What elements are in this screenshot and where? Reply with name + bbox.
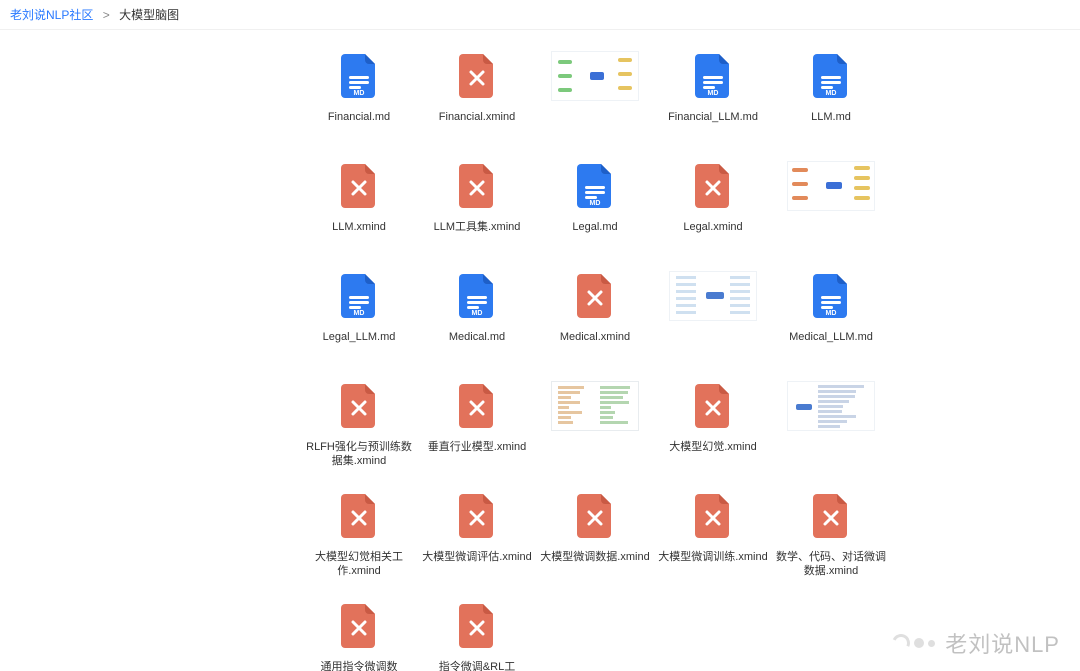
file-item[interactable]: Financial.xmind [418,40,536,150]
md-file-icon: MD [569,160,621,212]
file-item[interactable] [654,260,772,370]
xmind-file-icon [333,160,385,212]
xmind-file-icon [451,50,503,102]
file-item[interactable]: 大模型微调训练.xmind [654,480,772,590]
file-item[interactable]: 大模型微调数据.xmind [536,480,654,590]
file-label: Financial_LLM.md [664,110,762,124]
xmind-file-icon [333,490,385,542]
file-item[interactable]: 大模型微调评估.xmind [418,480,536,590]
file-label: 大模型微调训练.xmind [654,550,771,564]
file-item[interactable]: 数学、代码、对话微调数据.xmind [772,480,890,590]
file-item[interactable]: MD LLM.md [772,40,890,150]
md-file-icon: MD [805,50,857,102]
md-file-icon: MD [333,270,385,322]
xmind-file-icon [569,270,621,322]
svg-text:MD: MD [354,90,365,97]
file-label: 大模型微调数据.xmind [536,550,653,564]
file-item[interactable]: 通用指令微调数据.xmind [300,590,418,671]
xmind-file-icon [569,490,621,542]
file-item[interactable] [772,150,890,260]
file-label: LLM工具集.xmind [430,220,525,234]
xmind-file-icon [451,600,503,652]
file-grid: MD Financial.md Financial.xmind MD Finan… [0,30,1080,671]
xmind-file-icon [805,490,857,542]
mindmap-thumbnail [668,270,758,322]
md-file-icon: MD [333,50,385,102]
file-label: 通用指令微调数据.xmind [300,660,418,671]
breadcrumb-parent-link[interactable]: 老刘说NLP社区 [10,8,93,22]
svg-text:MD: MD [354,310,365,317]
file-label: 数学、代码、对话微调数据.xmind [772,550,890,579]
breadcrumb-separator: > [103,8,110,22]
file-item[interactable] [536,40,654,150]
svg-text:MD: MD [826,310,837,317]
file-item[interactable]: MD Financial_LLM.md [654,40,772,150]
mindmap-thumbnail [550,380,640,432]
file-label: LLM.xmind [328,220,390,234]
file-label: Medical_LLM.md [785,330,877,344]
file-item[interactable]: 大模型幻觉.xmind [654,370,772,480]
xmind-file-icon [333,600,385,652]
file-item[interactable]: Legal.xmind [654,150,772,260]
file-item[interactable]: 垂直行业模型.xmind [418,370,536,480]
file-label: RLFH强化与预训练数据集.xmind [300,440,418,469]
file-label: 大模型幻觉相关工作.xmind [300,550,418,579]
file-label: Medical.md [445,330,509,344]
xmind-file-icon [451,380,503,432]
svg-text:MD: MD [472,310,483,317]
file-label: Financial.xmind [435,110,519,124]
file-item[interactable]: MD Medical.md [418,260,536,370]
file-item[interactable]: LLM.xmind [300,150,418,260]
file-label: 指令微调&RL工具.xmind [418,660,536,671]
xmind-file-icon [687,380,739,432]
file-label: 大模型微调评估.xmind [418,550,535,564]
mindmap-thumbnail [550,50,640,102]
xmind-file-icon [451,160,503,212]
file-label: 大模型幻觉.xmind [665,440,760,454]
file-item[interactable] [772,370,890,480]
file-item[interactable]: MD Legal.md [536,150,654,260]
file-label: Medical.xmind [556,330,634,344]
file-item[interactable]: LLM工具集.xmind [418,150,536,260]
breadcrumb: 老刘说NLP社区 > 大模型脑图 [0,0,1080,30]
md-file-icon: MD [451,270,503,322]
xmind-file-icon [333,380,385,432]
file-label: Financial.md [324,110,394,124]
xmind-file-icon [687,490,739,542]
file-label: LLM.md [807,110,855,124]
file-item[interactable]: RLFH强化与预训练数据集.xmind [300,370,418,480]
mindmap-thumbnail [786,160,876,212]
file-item[interactable]: 大模型幻觉相关工作.xmind [300,480,418,590]
file-item[interactable]: MD Financial.md [300,40,418,150]
file-item[interactable]: 指令微调&RL工具.xmind [418,590,536,671]
file-item[interactable]: MD Legal_LLM.md [300,260,418,370]
file-label: Legal_LLM.md [319,330,400,344]
file-label: 垂直行业模型.xmind [424,440,530,454]
svg-text:MD: MD [590,200,601,207]
file-item[interactable]: MD Medical_LLM.md [772,260,890,370]
file-item[interactable]: Medical.xmind [536,260,654,370]
mindmap-thumbnail [786,380,876,432]
breadcrumb-current: 大模型脑图 [119,8,179,22]
file-item[interactable] [536,370,654,480]
file-label: Legal.md [568,220,621,234]
file-label: Legal.xmind [679,220,746,234]
svg-text:MD: MD [708,90,719,97]
md-file-icon: MD [805,270,857,322]
svg-text:MD: MD [826,90,837,97]
xmind-file-icon [451,490,503,542]
xmind-file-icon [687,160,739,212]
md-file-icon: MD [687,50,739,102]
